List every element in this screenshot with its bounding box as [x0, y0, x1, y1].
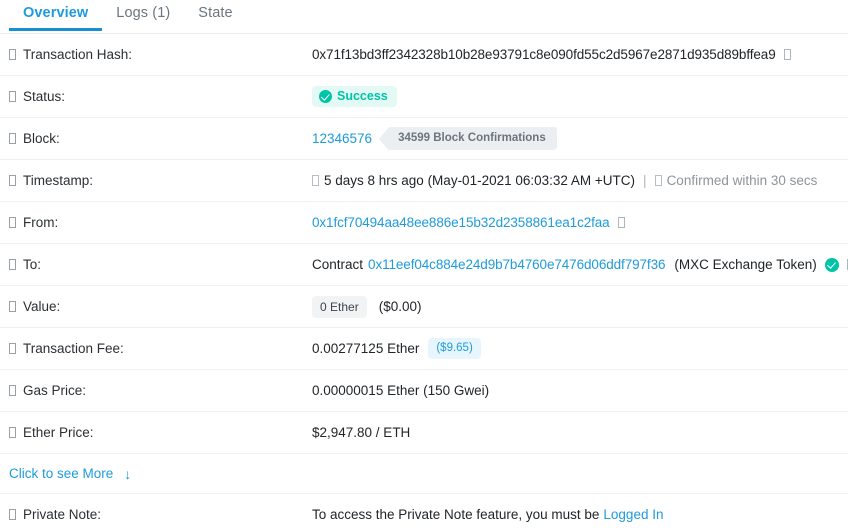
- clock-icon: [312, 175, 319, 186]
- value-value: 0 Ether ($0.00): [312, 295, 842, 318]
- private-note-text: To access the Private Note feature, you …: [312, 507, 600, 522]
- tab-overview-label: Overview: [23, 5, 89, 21]
- label-transaction-hash: Transaction Hash:: [9, 47, 312, 62]
- help-circle-icon[interactable]: [9, 217, 16, 228]
- row-from: From: 0x1fcf70494aa48ee886e15b32d2358861…: [0, 202, 848, 244]
- label-gas-price: Gas Price:: [9, 383, 312, 398]
- label-from-text: From:: [23, 215, 59, 230]
- label-status-text: Status:: [23, 89, 66, 104]
- from-address-link[interactable]: 0x1fcf70494aa48ee886e15b32d2358861ea1c2f…: [312, 215, 610, 230]
- value-status: Success: [312, 86, 842, 107]
- tab-logs[interactable]: Logs (1): [102, 0, 184, 31]
- row-transaction-hash: Transaction Hash: 0x71f13bd3ff2342328b10…: [0, 34, 848, 76]
- label-private-note: Private Note:: [9, 507, 312, 522]
- label-status: Status:: [9, 89, 312, 104]
- tab-state[interactable]: State: [184, 0, 246, 31]
- help-circle-icon[interactable]: [9, 175, 16, 186]
- logged-in-link[interactable]: Logged In: [603, 507, 663, 522]
- label-private-note-text: Private Note:: [23, 507, 102, 522]
- label-to: To:: [9, 257, 312, 272]
- copy-icon[interactable]: [617, 217, 625, 228]
- label-ether-price: Ether Price:: [9, 425, 312, 440]
- row-value: Value: 0 Ether ($0.00): [0, 286, 848, 328]
- value-ether-pill: 0 Ether: [312, 295, 367, 318]
- value-to: Contract 0x11eef04c884e24d9b7b4760e7476d…: [312, 257, 848, 272]
- see-more-button[interactable]: Click to see More ↓: [9, 466, 131, 481]
- value-ether-price: $2,947.80 / ETH: [312, 425, 842, 440]
- to-token-name: (MXC Exchange Token): [674, 257, 817, 272]
- row-timestamp: Timestamp: 5 days 8 hrs ago (May-01-2021…: [0, 160, 848, 202]
- to-contract-prefix: Contract: [312, 257, 364, 272]
- block-number-link[interactable]: 12346576: [312, 131, 372, 146]
- transaction-details-page: Overview Logs (1) State Transaction Hash…: [0, 0, 848, 530]
- timestamp-separator: |: [643, 173, 647, 188]
- label-block: Block:: [9, 131, 312, 146]
- row-gas-price: Gas Price: 0.00000015 Ether (150 Gwei): [0, 370, 848, 412]
- row-status: Status: Success: [0, 76, 848, 118]
- help-circle-icon[interactable]: [9, 133, 16, 144]
- row-see-more: Click to see More ↓: [0, 454, 848, 494]
- help-circle-icon[interactable]: [9, 91, 16, 102]
- gas-price-value: 0.00000015 Ether (150 Gwei): [312, 383, 490, 398]
- value-transaction-hash: 0x71f13bd3ff2342328b10b28e93791c8e090fd5…: [312, 47, 842, 62]
- label-value: Value:: [9, 299, 312, 314]
- help-circle-icon[interactable]: [9, 301, 16, 312]
- block-confirmations-badge: 34599 Block Confirmations: [379, 126, 557, 151]
- help-circle-icon[interactable]: [9, 385, 16, 396]
- overview-rows: Transaction Hash: 0x71f13bd3ff2342328b10…: [0, 34, 848, 530]
- row-transaction-fee: Transaction Fee: 0.00277125 Ether ($9.65…: [0, 328, 848, 370]
- ether-price-value: $2,947.80 / ETH: [312, 425, 411, 440]
- label-transaction-hash-text: Transaction Hash:: [23, 47, 133, 62]
- label-timestamp: Timestamp:: [9, 173, 312, 188]
- value-timestamp: 5 days 8 hrs ago (May-01-2021 06:03:32 A…: [312, 173, 842, 188]
- value-block: 12346576 34599 Block Confirmations: [312, 126, 842, 151]
- help-circle-icon[interactable]: [9, 509, 16, 520]
- help-circle-icon[interactable]: [9, 259, 16, 270]
- label-transaction-fee: Transaction Fee:: [9, 341, 312, 356]
- help-circle-icon[interactable]: [9, 49, 16, 60]
- value-usd: ($0.00): [378, 299, 422, 314]
- tab-logs-label: Logs (1): [116, 5, 171, 21]
- copy-icon[interactable]: [783, 49, 791, 60]
- tab-state-label: State: [198, 5, 233, 21]
- see-more-label: Click to see More: [9, 466, 114, 481]
- label-gas-price-text: Gas Price:: [23, 383, 87, 398]
- help-circle-icon[interactable]: [9, 343, 16, 354]
- timestamp-confirmed: Confirmed within 30 secs: [654, 173, 818, 188]
- clock-icon: [654, 175, 662, 186]
- row-ether-price: Ether Price: $2,947.80 / ETH: [0, 412, 848, 454]
- transaction-hash-value: 0x71f13bd3ff2342328b10b28e93791c8e090fd5…: [312, 47, 776, 62]
- label-from: From:: [9, 215, 312, 230]
- tab-overview[interactable]: Overview: [9, 0, 103, 31]
- label-to-text: To:: [23, 257, 42, 272]
- verified-check-icon: [824, 257, 839, 272]
- to-address-link[interactable]: 0x11eef04c884e24d9b7b4760e7476d06ddf797f…: [368, 257, 665, 272]
- label-block-text: Block:: [23, 131, 60, 146]
- value-private-note: To access the Private Note feature, you …: [312, 507, 842, 522]
- arrow-down-icon: ↓: [124, 465, 132, 482]
- label-transaction-fee-text: Transaction Fee:: [23, 341, 124, 356]
- timestamp-age: 5 days 8 hrs ago (May-01-2021 06:03:32 A…: [324, 173, 636, 188]
- transaction-fee-usd-pill: ($9.65): [428, 337, 481, 360]
- label-timestamp-text: Timestamp:: [23, 173, 94, 188]
- value-from: 0x1fcf70494aa48ee886e15b32d2358861ea1c2f…: [312, 215, 842, 230]
- tab-bar: Overview Logs (1) State: [0, 0, 848, 34]
- timestamp-confirmed-text: Confirmed within 30 secs: [666, 173, 818, 188]
- status-badge: Success: [312, 86, 397, 107]
- status-badge-label: Success: [337, 89, 388, 104]
- transaction-fee-ether: 0.00277125 Ether: [312, 341, 420, 356]
- value-gas-price: 0.00000015 Ether (150 Gwei): [312, 383, 842, 398]
- row-to: To: Contract 0x11eef04c884e24d9b7b4760e7…: [0, 244, 848, 286]
- row-private-note: Private Note: To access the Private Note…: [0, 494, 848, 530]
- value-transaction-fee: 0.00277125 Ether ($9.65): [312, 337, 842, 360]
- row-block: Block: 12346576 34599 Block Confirmation…: [0, 118, 848, 160]
- help-circle-icon[interactable]: [9, 427, 16, 438]
- check-circle-icon: [319, 90, 332, 103]
- label-value-text: Value:: [23, 299, 61, 314]
- label-ether-price-text: Ether Price:: [23, 425, 94, 440]
